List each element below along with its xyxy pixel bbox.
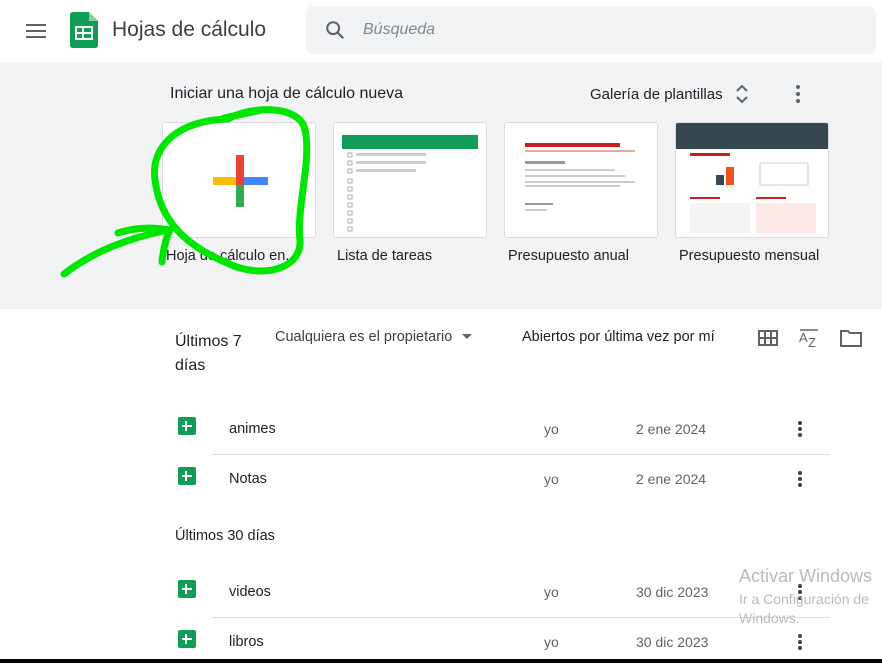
- watermark-title: Activar Windows: [739, 566, 873, 586]
- file-more-button[interactable]: [790, 630, 810, 654]
- more-vert-icon: [798, 421, 802, 437]
- open-file-picker-button[interactable]: [839, 327, 863, 349]
- owner-filter-dropdown[interactable]: Cualquiera es el propietario: [275, 329, 473, 345]
- svg-text:A: A: [799, 330, 808, 345]
- file-owner: yo: [544, 634, 559, 650]
- file-owner: yo: [544, 471, 559, 487]
- file-date: 30 dic 2023: [636, 634, 709, 650]
- file-owner: yo: [544, 421, 559, 437]
- file-row[interactable]: animes yo 2 ene 2024: [170, 405, 830, 455]
- folder-icon: [840, 330, 862, 347]
- more-vert-icon: [798, 634, 802, 650]
- file-row[interactable]: Notas yo 2 ene 2024: [170, 455, 830, 505]
- file-more-button[interactable]: [790, 417, 810, 441]
- file-row[interactable]: libros yo 30 dic 2023: [170, 618, 830, 663]
- bottom-border: [0, 659, 882, 663]
- dropdown-arrow-icon: [462, 334, 473, 339]
- watermark-line1: Ir a Configuración de: [739, 591, 869, 607]
- file-name[interactable]: Notas: [229, 471, 267, 487]
- grid-view-icon: [758, 330, 778, 346]
- windows-activation-watermark: Activar Windows Ir a Configuración de Wi…: [739, 566, 872, 628]
- file-date: 2 ene 2024: [636, 421, 707, 437]
- watermark-line2: Windows.: [739, 610, 800, 626]
- svg-text:Z: Z: [808, 335, 816, 349]
- file-row[interactable]: videos yo 30 dic 2023: [170, 568, 830, 618]
- file-name[interactable]: videos: [229, 584, 271, 600]
- file-date: 30 dic 2023: [636, 584, 709, 600]
- recent-30-days-label: Últimos 30 días: [175, 528, 275, 544]
- sort-az-icon: A Z: [799, 329, 818, 349]
- file-date: 2 ene 2024: [636, 471, 707, 487]
- sort-dropdown[interactable]: Abiertos por última vez por mí: [522, 329, 715, 345]
- sheets-file-icon: [178, 467, 196, 485]
- owner-filter-label: Cualquiera es el propietario: [275, 329, 453, 345]
- recent-7-days-label: Últimos 7 días: [175, 333, 242, 374]
- file-name[interactable]: animes: [229, 421, 276, 437]
- sheets-file-icon: [178, 417, 196, 435]
- grid-view-button[interactable]: [756, 327, 780, 349]
- sheets-file-icon: [178, 630, 196, 648]
- more-vert-icon: [798, 471, 802, 487]
- file-more-button[interactable]: [790, 467, 810, 491]
- file-owner: yo: [544, 584, 559, 600]
- file-name[interactable]: libros: [229, 634, 264, 650]
- sort-az-button[interactable]: A Z: [797, 327, 821, 349]
- sheets-file-icon: [178, 580, 196, 598]
